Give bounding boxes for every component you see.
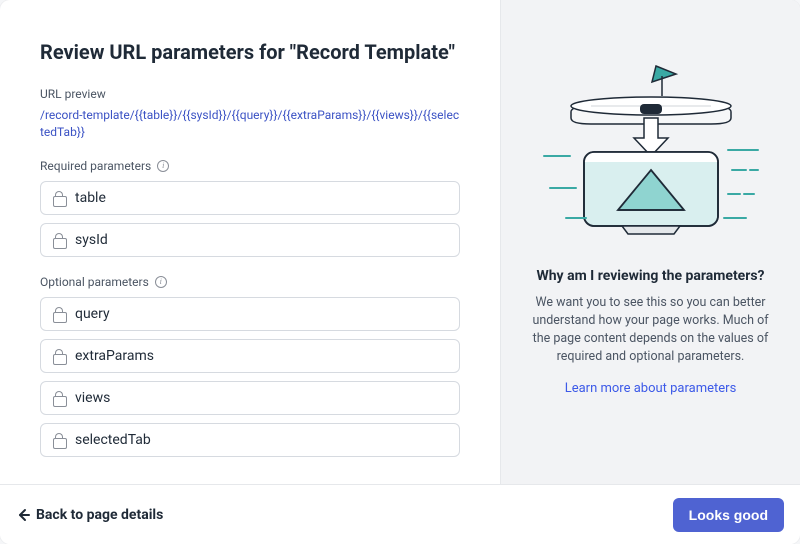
back-button[interactable]: Back to page details: [16, 507, 163, 523]
param-name: table: [75, 190, 106, 206]
sidebar-body: We want you to see this so you can bette…: [523, 294, 778, 367]
lock-icon: [53, 349, 65, 363]
required-params-label: Required parameters: [40, 159, 460, 173]
optional-params-label-text: Optional parameters: [40, 275, 149, 289]
lock-icon: [53, 307, 65, 321]
dialog-footer: Back to page details Looks good: [0, 484, 800, 544]
illustration: [536, 60, 766, 240]
optional-params-label: Optional parameters: [40, 275, 460, 289]
looks-good-button[interactable]: Looks good: [673, 498, 784, 532]
lock-icon: [53, 191, 65, 205]
param-name: selectedTab: [75, 432, 151, 448]
param-field-sysid[interactable]: sysId: [40, 223, 460, 257]
param-name: query: [75, 306, 110, 322]
back-button-label: Back to page details: [36, 507, 163, 523]
param-name: sysId: [75, 232, 108, 248]
lock-icon: [53, 433, 65, 447]
url-preview-label-text: URL preview: [40, 87, 106, 101]
dialog-frame: Review URL parameters for "Record Templa…: [0, 0, 800, 544]
left-panel: Review URL parameters for "Record Templa…: [0, 0, 500, 484]
dialog-content: Review URL parameters for "Record Templa…: [0, 0, 800, 484]
lock-icon: [53, 391, 65, 405]
param-field-selectedtab[interactable]: selectedTab: [40, 423, 460, 457]
info-icon[interactable]: [157, 160, 169, 172]
sidebar-heading: Why am I reviewing the parameters?: [536, 268, 764, 284]
param-field-query[interactable]: query: [40, 297, 460, 331]
page-title: Review URL parameters for "Record Templa…: [40, 40, 460, 65]
param-name: views: [75, 390, 110, 406]
param-name: extraParams: [75, 348, 154, 364]
url-preview-value: /record-template/{{table}}/{{sysId}}/{{q…: [40, 107, 460, 141]
learn-more-link[interactable]: Learn more about parameters: [565, 381, 737, 396]
right-panel: Why am I reviewing the parameters? We wa…: [500, 0, 800, 484]
url-preview-label: URL preview: [40, 87, 460, 101]
arrow-left-icon: [16, 508, 30, 522]
lock-icon: [53, 233, 65, 247]
required-params-label-text: Required parameters: [40, 159, 151, 173]
param-field-extraparams[interactable]: extraParams: [40, 339, 460, 373]
info-icon[interactable]: [155, 276, 167, 288]
param-field-views[interactable]: views: [40, 381, 460, 415]
param-field-table[interactable]: table: [40, 181, 460, 215]
